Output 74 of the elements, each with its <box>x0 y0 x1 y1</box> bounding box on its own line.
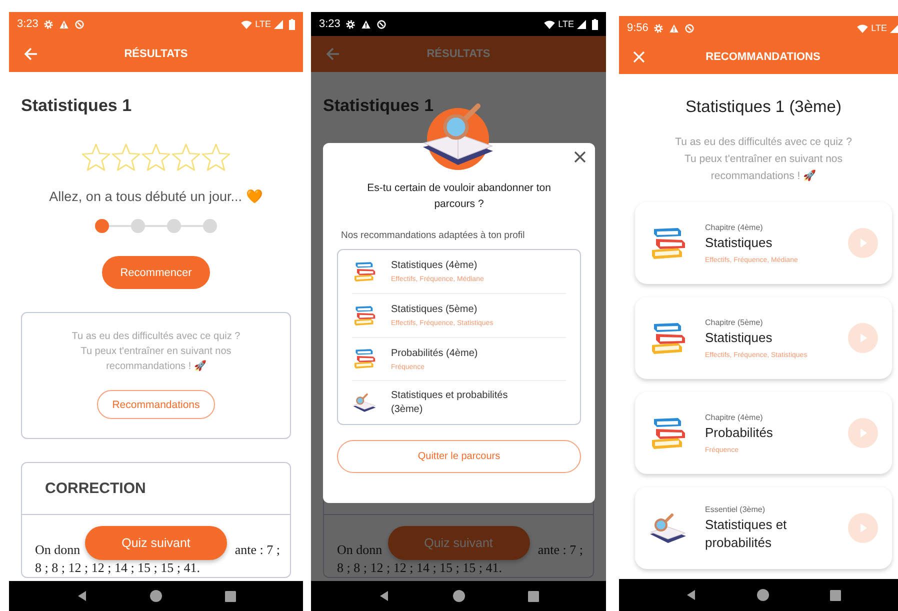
recents-icon[interactable] <box>830 590 841 600</box>
quiz-title: Statistiques 1 <box>21 96 133 116</box>
home-icon[interactable] <box>452 590 465 602</box>
back-icon[interactable] <box>685 589 698 601</box>
star-icon <box>141 143 171 172</box>
screen-title: RECOMMANDATIONS <box>704 51 822 63</box>
home-icon[interactable] <box>757 589 770 601</box>
recents-icon[interactable] <box>528 590 539 602</box>
wifi-icon <box>544 20 556 28</box>
warning-icon <box>361 20 372 28</box>
back-arrow-icon[interactable] <box>24 47 38 61</box>
section-title: CORRECTION <box>45 480 146 497</box>
warning-icon <box>59 20 70 28</box>
item-title[interactable]: Statistiques et probabilités (3ème) <box>391 388 541 417</box>
circle-slash-icon <box>75 20 84 28</box>
network-label: LTE <box>255 19 271 29</box>
item-title[interactable]: Statistiques (4ème) <box>391 259 541 274</box>
warning-icon <box>669 24 680 32</box>
status-time: 3:23 <box>17 18 38 30</box>
quiz-title: Statistiques 1 <box>323 96 435 116</box>
books-icon <box>352 347 377 370</box>
star-icon <box>111 143 141 172</box>
help-text: Tu as eu des difficultés avec ce quiz ? Tu peux t'entraîner en suivant nos recommandations ! 🚀 <box>674 135 853 184</box>
star-icon <box>201 143 231 172</box>
status-time: 3:23 <box>319 18 340 30</box>
question-text: On donn <box>35 541 80 559</box>
network-label: LTE <box>871 23 887 33</box>
signal-icon <box>577 20 586 28</box>
screen-title: RÉSULTATS <box>426 48 492 60</box>
star-icon <box>81 143 111 172</box>
item-title[interactable]: Statistiques (5ème) <box>391 303 541 318</box>
screen-title: RÉSULTATS <box>123 48 189 60</box>
category-label: Chapitre (4ème) <box>705 222 764 232</box>
category-label: Chapitre (5ème) <box>705 318 764 326</box>
gear-icon <box>654 24 664 32</box>
card-title: Statistiques <box>705 328 774 346</box>
category-label: Essentiel (3ème) <box>705 504 766 514</box>
signal-icon <box>274 20 283 28</box>
help-text: Tu as eu des difficultés avec ce quiz ? Tu peux t'entraîner en suivant nos recommandations ! 🚀 <box>72 330 240 374</box>
books-icon <box>352 260 377 283</box>
card-title: Probabilités <box>705 424 774 442</box>
dialog-question: Es-tu certain de vouloir abandonner ton parcours ? <box>366 181 552 212</box>
book-magnifier-icon <box>352 391 377 414</box>
category-label: Chapitre (4ème) <box>705 412 764 422</box>
question-text: 8 ; 8 ; 12 ; 12 ; 14 ; 15 ; 15 ; 41. <box>337 559 504 577</box>
encouragement-text: Allez, on a tous débuté un jour... 🧡 <box>48 188 264 206</box>
battery-icon <box>289 18 295 30</box>
gear-icon <box>44 20 54 28</box>
status-time: 9:56 <box>627 22 648 34</box>
gear-icon <box>346 20 356 28</box>
item-title[interactable]: Probabilités (4ème) <box>391 346 541 361</box>
question-text: On donn <box>337 541 382 559</box>
recommendation-card[interactable]: Essentiel (3ème) Statistiques et probabilités <box>635 487 892 569</box>
star-icon <box>171 143 201 172</box>
signal-icon <box>890 24 898 32</box>
network-label: LTE <box>558 19 574 29</box>
battery-icon <box>592 18 598 30</box>
question-text: ante : 7 ; <box>234 541 280 559</box>
back-icon[interactable] <box>378 590 390 602</box>
wifi-icon <box>857 24 868 32</box>
card-title: Statistiques et probabilités <box>705 516 788 552</box>
quiz-title: Statistiques 1 (3ème) <box>684 97 842 117</box>
close-icon[interactable] <box>574 151 586 163</box>
card-title: Statistiques <box>705 234 774 252</box>
circle-slash-icon <box>685 24 694 32</box>
circle-slash-icon <box>377 20 386 28</box>
books-icon <box>352 304 377 327</box>
dialog-subtitle: Nos recommandations adaptées à ton profil <box>340 229 526 243</box>
back-icon[interactable] <box>76 590 88 602</box>
question-text: ante : 7 ; <box>538 541 583 559</box>
home-icon[interactable] <box>150 590 162 602</box>
question-text: 8 ; 8 ; 12 ; 12 ; 14 ; 15 ; 15 ; 41. <box>35 559 202 577</box>
recents-icon[interactable] <box>224 590 236 602</box>
wifi-icon <box>241 20 252 28</box>
